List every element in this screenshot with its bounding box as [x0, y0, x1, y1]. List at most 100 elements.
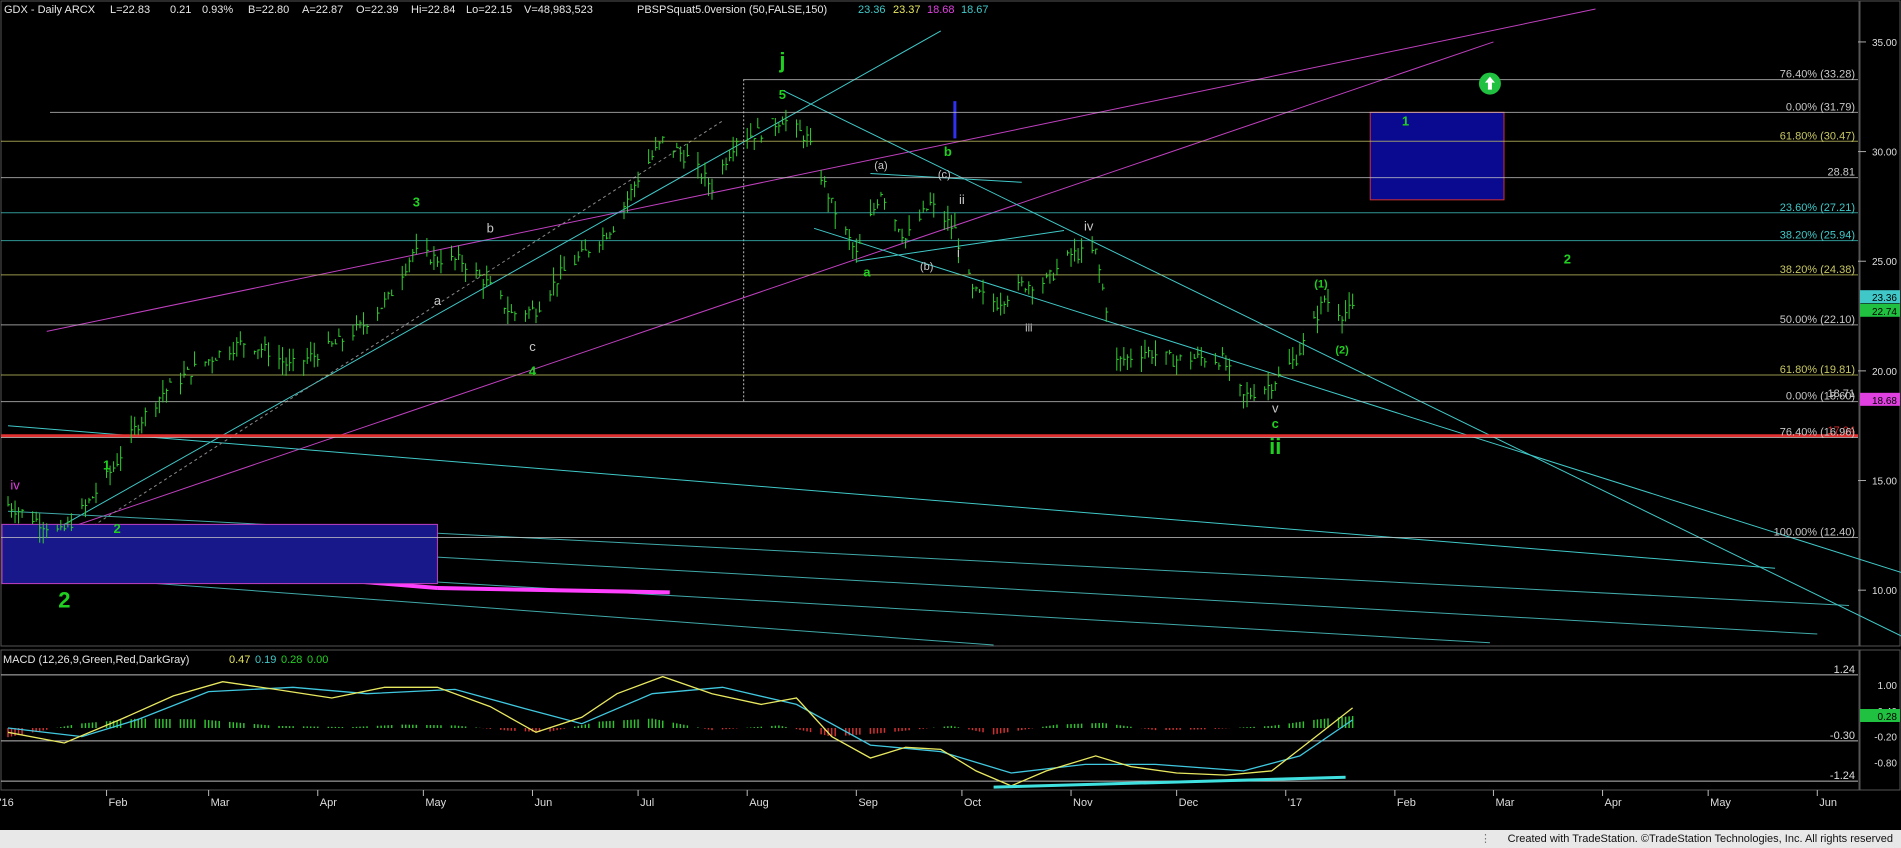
macd-value-3: 0.28 [281, 654, 302, 666]
x-tick-label: '17 [1288, 797, 1302, 809]
y-tick-label: 15.00 [1872, 477, 1897, 488]
macd-current-label: 0.28 [1878, 712, 1898, 723]
x-tick-label: Sep [858, 797, 878, 809]
macd-value-1: 0.47 [229, 654, 250, 666]
wave-label: (1) [1314, 279, 1328, 291]
y-tick-label: 10.00 [1872, 586, 1897, 597]
wave-label: a [863, 265, 871, 280]
y-tick-label: 30.00 [1872, 148, 1897, 159]
low-price: Lo=22.15 [466, 4, 512, 16]
fib-label: 0.00% (31.79) [1786, 101, 1855, 113]
price-tag-label: 23.36 [1872, 293, 1897, 304]
study-value-4: 18.67 [961, 4, 989, 16]
wave-label: 2 [58, 588, 70, 613]
x-tick-label: Feb [109, 797, 128, 809]
wave-label: 2 [114, 521, 121, 536]
x-tick-label: Feb [1397, 797, 1416, 809]
x-tick-label: Mar [211, 797, 230, 809]
wave-label: c [529, 339, 536, 354]
wave-label: ii [1269, 434, 1281, 459]
wave-label: 1 [1402, 113, 1409, 128]
price-change: 0.21 [170, 4, 191, 16]
fib-label: 61.80% (19.81) [1780, 364, 1855, 376]
wave-label: b [944, 144, 952, 159]
volume: V=48,983,523 [524, 4, 593, 16]
wave-label: iv [10, 477, 20, 492]
x-tick-label: Jun [1819, 797, 1837, 809]
wave-label: 3 [413, 194, 420, 209]
high-price: Hi=22.84 [411, 4, 455, 16]
price-change-pct: 0.93% [202, 4, 233, 16]
x-tick-label: Apr [320, 797, 337, 809]
wave-label: 4 [529, 363, 537, 378]
price-tag-label: 22.74 [1872, 307, 1897, 318]
ask-price: A=22.87 [302, 4, 343, 16]
bid-price: B=22.80 [248, 4, 289, 16]
wave-label: 1 [103, 458, 110, 473]
study-value-1: 23.36 [858, 4, 886, 16]
x-tick-label: Oct [964, 797, 981, 809]
x-tick-label: May [1710, 797, 1731, 809]
fib-label: 61.80% (30.47) [1780, 130, 1855, 142]
macd-level-label: 1.24 [1834, 664, 1855, 676]
y-tick-label: 35.00 [1872, 38, 1897, 49]
price-axis[interactable] [1859, 0, 1901, 647]
last-price: L=22.83 [110, 4, 150, 16]
macd-tick-label: -0.80 [1874, 758, 1897, 769]
wave-label: iii [1025, 322, 1032, 334]
macd-tick-label: 1.00 [1878, 681, 1898, 692]
macd-tick-label: -0.20 [1874, 733, 1897, 744]
y-tick-label: 20.00 [1872, 367, 1897, 378]
study-name: PBSPSquat5.0version (50,FALSE,150) [637, 4, 827, 16]
footer-credit: Created with TradeStation. ©TradeStation… [1507, 833, 1893, 845]
wave-label: iv [1084, 219, 1094, 234]
time-axis[interactable] [1, 793, 1859, 807]
wave-label: 5 [779, 87, 786, 102]
fib-label: 28.81 [1827, 167, 1855, 179]
x-tick-label: '16 [0, 797, 14, 809]
symbol-label: GDX - Daily ARCX [4, 4, 96, 16]
wave-label: (2) [1335, 344, 1349, 356]
x-tick-label: Aug [749, 797, 769, 809]
study-value-3: 18.68 [927, 4, 955, 16]
x-tick-label: Mar [1495, 797, 1514, 809]
fib-label: 18.71 [1827, 388, 1855, 400]
fib-label: 38.20% (24.38) [1780, 264, 1855, 276]
macd-label: MACD (12,26,9,Green,Red,DarkGray) [3, 654, 189, 666]
x-tick-label: Apr [1605, 797, 1622, 809]
wave-label: (c) [938, 169, 951, 181]
stock-chart[interactable]: GDX - Daily ARCX L=22.83 0.21 0.93% B=22… [0, 0, 1901, 830]
macd-value-4: 0.00 [307, 654, 328, 666]
fib-label: 76.40% (16.96) [1780, 427, 1855, 439]
open-price: O=22.39 [356, 4, 399, 16]
fib-label: 23.60% (27.21) [1780, 202, 1855, 214]
wave-label: 2 [1564, 251, 1571, 266]
fib-label: 50.00% (22.10) [1780, 314, 1855, 326]
wave-label: v [1272, 401, 1279, 416]
target-box-upper [1369, 111, 1505, 201]
wave-label: (b) [920, 261, 933, 273]
y-tick-label: 25.00 [1872, 257, 1897, 268]
price-tag-label: 18.68 [1872, 396, 1897, 407]
wave-label: i [957, 245, 960, 260]
study-value-2: 23.37 [893, 4, 921, 16]
fib-label: 38.20% (25.94) [1780, 230, 1855, 242]
chart-background [0, 0, 1901, 830]
wave-label: j [778, 48, 785, 73]
wave-label: a [434, 293, 442, 308]
macd-value-2: 0.19 [255, 654, 276, 666]
wave-label: c [1272, 416, 1279, 431]
fib-label: 76.40% (33.28) [1780, 69, 1855, 81]
x-tick-label: Jun [534, 797, 552, 809]
x-tick-label: May [425, 797, 446, 809]
target-box-lower [1, 523, 438, 585]
fib-label: 100.00% (12.40) [1774, 527, 1855, 539]
x-tick-label: Nov [1073, 797, 1093, 809]
macd-level-label: -1.24 [1830, 770, 1855, 782]
footer-bar: ⋮ Created with TradeStation. ©TradeStati… [0, 830, 1901, 848]
wave-label: b [487, 221, 494, 236]
scroll-dots[interactable]: ⋮ [1480, 832, 1493, 845]
x-tick-label: Dec [1179, 797, 1199, 809]
x-tick-label: Jul [640, 797, 654, 809]
wave-label: (a) [874, 160, 887, 172]
